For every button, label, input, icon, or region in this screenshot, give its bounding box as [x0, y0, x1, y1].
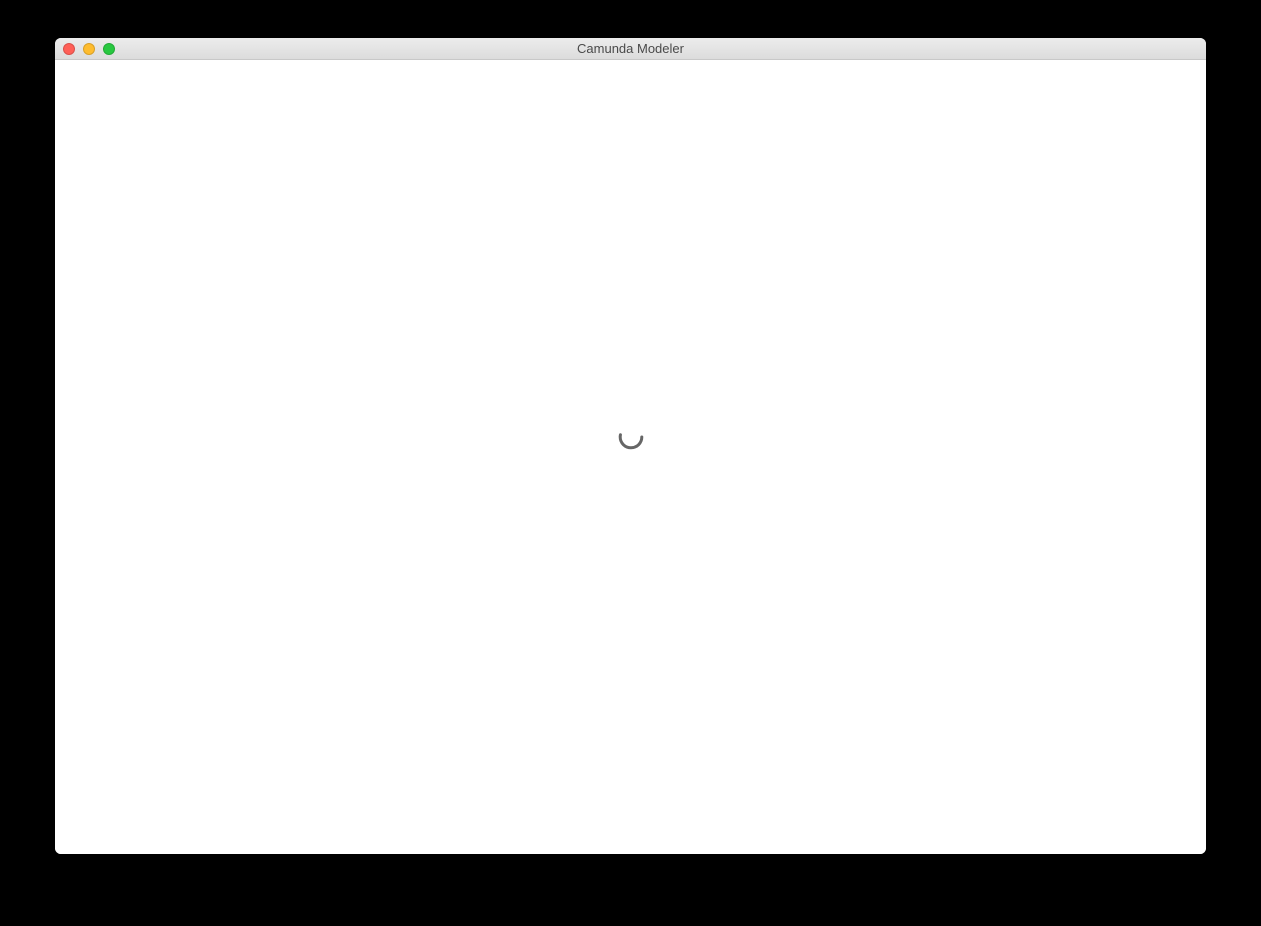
window-title: Camunda Modeler [55, 41, 1206, 56]
titlebar[interactable]: Camunda Modeler [55, 38, 1206, 60]
maximize-button[interactable] [103, 43, 115, 55]
minimize-button[interactable] [83, 43, 95, 55]
app-window: Camunda Modeler [55, 38, 1206, 854]
close-button[interactable] [63, 43, 75, 55]
traffic-lights [55, 43, 115, 55]
spinner-icon [616, 422, 646, 452]
loading-spinner [616, 422, 646, 452]
content-area [55, 60, 1206, 854]
